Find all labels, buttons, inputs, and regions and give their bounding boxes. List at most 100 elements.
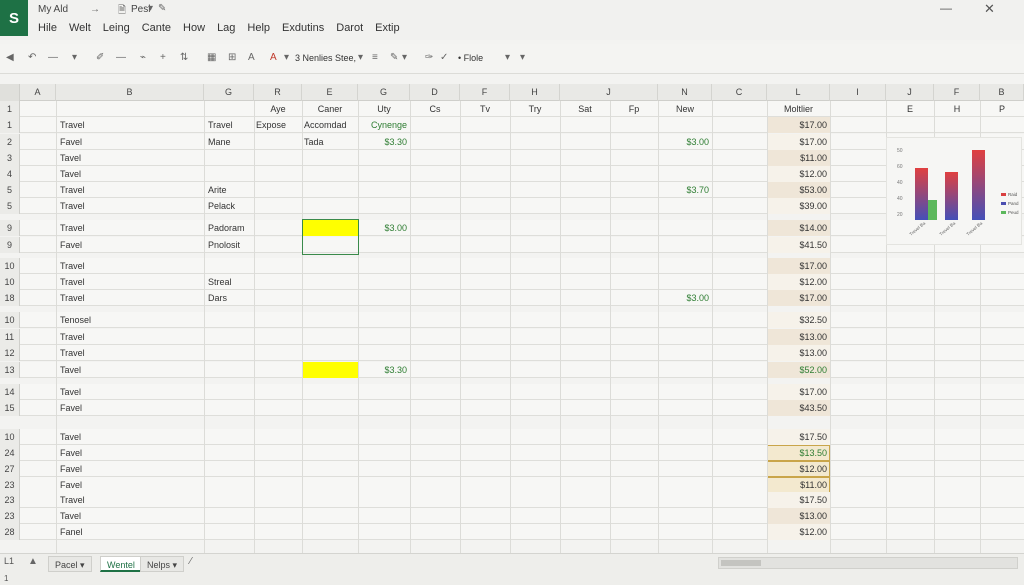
cell-category[interactable]: Tavel [60,150,200,166]
cell-moltlier[interactable]: $12.00 [767,166,830,182]
table-icon[interactable]: ▦ [207,52,216,63]
chevron-down-icon[interactable]: ▾ [72,52,77,63]
cell-new[interactable] [658,477,712,493]
column-header[interactable]: F [460,84,510,101]
cell-moltlier[interactable]: $17.00 [767,290,830,306]
style-icon[interactable]: ✓ [440,52,448,63]
cell-new[interactable] [658,237,712,253]
cell-amount[interactable] [358,508,410,524]
format-painter-icon[interactable]: ✑ [425,52,433,63]
cell-type[interactable] [256,150,302,166]
add-sheet-icon[interactable]: ⁄ [190,556,192,567]
column-header[interactable]: A [20,84,56,101]
chevron-down-icon[interactable]: ▾ [402,52,407,63]
column-header[interactable]: D [410,84,460,101]
app-logo[interactable]: S [0,0,28,36]
cell-category[interactable]: Tavel [60,429,200,445]
cell-amount[interactable] [358,182,410,198]
cell-new[interactable] [658,274,712,290]
cell-category[interactable]: Favel [60,445,200,461]
cell-vendor[interactable] [304,198,358,214]
row-number[interactable]: 10 [0,274,20,290]
cell-category[interactable]: Fanel [60,524,200,540]
row-number[interactable]: 28 [0,524,20,540]
cell-description[interactable]: Arite [208,182,254,198]
row-number[interactable]: 24 [0,445,20,461]
row-number[interactable]: 18 [0,290,20,306]
cell-description[interactable]: Mane [208,134,254,150]
cell-amount[interactable] [358,312,410,328]
cell-category[interactable]: Travel [60,117,200,133]
cell-amount[interactable] [358,384,410,400]
cell-type[interactable] [256,492,302,508]
cell-vendor[interactable] [304,329,358,345]
cell-category[interactable]: Tavel [60,508,200,524]
cell-category[interactable]: Travel [60,182,200,198]
cell-new[interactable] [658,117,712,133]
cell-category[interactable]: Favel [60,461,200,477]
header-cell[interactable]: Sat [560,101,610,117]
column-header[interactable]: G [204,84,254,101]
column-header[interactable]: G [358,84,410,101]
row-number[interactable]: 23 [0,492,20,508]
chevron-down-icon[interactable]: ▾ [148,3,153,14]
cell-moltlier[interactable]: $17.00 [767,384,830,400]
cell-type[interactable] [256,524,302,540]
cell-amount[interactable] [358,492,410,508]
row-number[interactable]: 1 [0,117,20,133]
cell-category[interactable]: Travel [60,329,200,345]
cell-category[interactable]: Travel [60,258,200,274]
cell-category[interactable]: Travel [60,345,200,361]
cell-amount[interactable] [358,274,410,290]
cell-type[interactable]: Expose [256,117,302,133]
cell-new[interactable] [658,329,712,345]
cell-new[interactable] [658,384,712,400]
chevron-left-icon[interactable]: ▲ [28,556,38,567]
cell-description[interactable] [208,384,254,400]
align-icon[interactable]: ≡ [372,52,378,63]
cell-moltlier[interactable]: $13.00 [767,508,830,524]
menu-item[interactable]: Exdutins [282,22,324,34]
cell-moltlier[interactable]: $13.50 [767,445,830,461]
cell-type[interactable] [256,182,302,198]
header-cell[interactable]: Tv [460,101,510,117]
cell-vendor[interactable] [304,290,358,306]
header-cell[interactable]: Try [510,101,560,117]
cell-type[interactable] [256,237,302,253]
cell-type[interactable] [256,166,302,182]
column-header[interactable]: B [56,84,204,101]
menu-item[interactable]: Leing [103,22,130,34]
cell-new[interactable] [658,150,712,166]
cell-type[interactable] [256,274,302,290]
column-header[interactable]: N [658,84,712,101]
header-cell[interactable]: E [886,101,934,117]
cell-description[interactable] [208,312,254,328]
cell-description[interactable] [208,477,254,493]
cell-new[interactable] [658,445,712,461]
cell-style-select[interactable]: • Flole [458,53,483,63]
menu-item[interactable]: Welt [69,22,91,34]
cell-type[interactable] [256,477,302,493]
filter-icon[interactable]: ⊞ [228,52,236,63]
column-header[interactable]: J [560,84,658,101]
row-number[interactable]: 9 [0,220,20,236]
cell-amount[interactable]: $3.00 [358,220,410,236]
undo-icon[interactable]: ↶ [28,52,36,63]
cell-description[interactable] [208,492,254,508]
row-number[interactable]: 4 [0,166,20,182]
column-header[interactable]: B [980,84,1024,101]
column-header[interactable]: C [712,84,767,101]
cell-moltlier[interactable]: $43.50 [767,400,830,416]
row-number[interactable]: 15 [0,400,20,416]
cell-vendor[interactable] [304,150,358,166]
text-icon[interactable]: A [248,52,255,63]
cell-description[interactable]: Pelack [208,198,254,214]
cell-moltlier[interactable]: $32.50 [767,312,830,328]
cell-moltlier[interactable]: $14.00 [767,220,830,236]
bar-peud[interactable] [928,200,937,220]
bar-raid[interactable] [915,168,928,220]
header-cell[interactable]: Aye [254,101,302,117]
cell-type[interactable] [256,400,302,416]
cell-amount[interactable] [358,290,410,306]
row-number[interactable]: 9 [0,237,20,253]
